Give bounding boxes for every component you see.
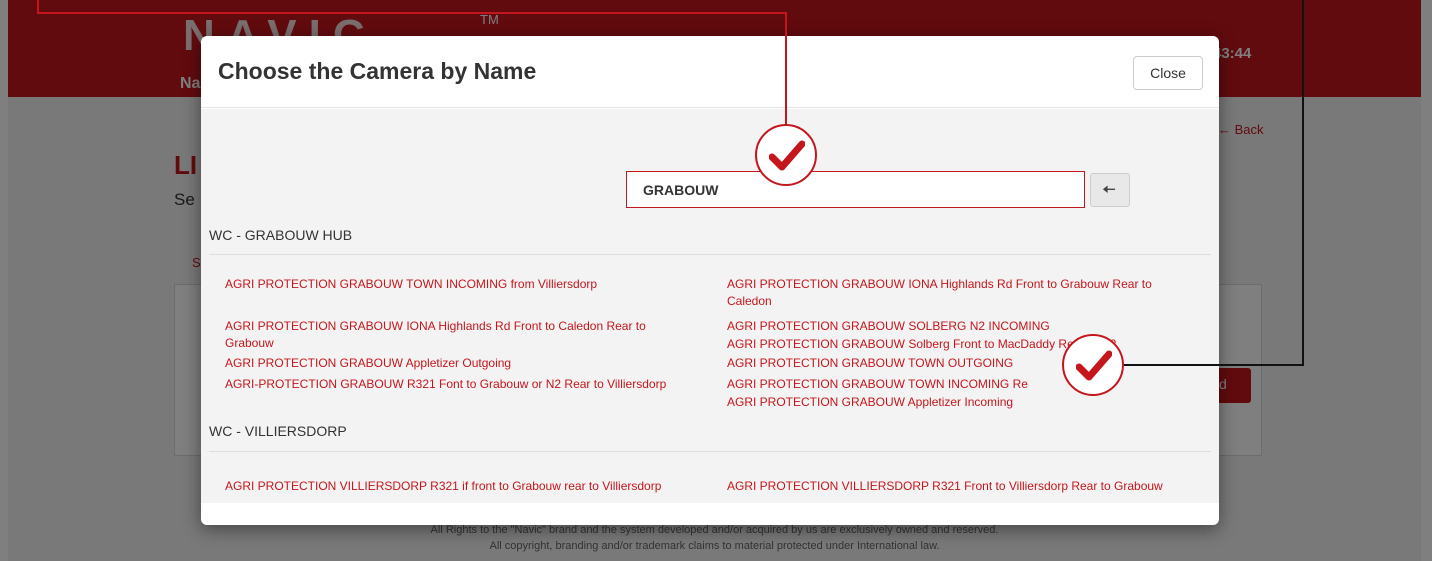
group-title-villiersdorp: WC - VILLIERSDORP <box>209 423 347 439</box>
camera-link[interactable]: AGRI PROTECTION GRABOUW IONA Highlands R… <box>225 318 691 352</box>
annotation-connector-red <box>785 12 787 126</box>
close-button[interactable]: Close <box>1133 56 1203 90</box>
camera-link[interactable]: AGRI PROTECTION GRABOUW Appletizer Incom… <box>727 394 1197 411</box>
camera-link[interactable]: AGRI PROTECTION VILLIERSDORP R321 Front … <box>727 478 1197 495</box>
checkmark-icon <box>755 124 817 186</box>
camera-link[interactable]: AGRI PROTECTION VILLIERSDORP R321 if fro… <box>225 478 691 495</box>
modal-body: 🠤 WC - GRABOUW HUB AGRI PROTECTION GRABO… <box>201 109 1219 503</box>
modal-header: Choose the Camera by Name Close <box>201 36 1219 108</box>
group-divider <box>209 451 1211 452</box>
annotation-connector-black <box>1124 364 1304 366</box>
camera-link[interactable]: AGRI-PROTECTION GRABOUW R321 Font to Gra… <box>225 376 691 393</box>
camera-link[interactable]: AGRI PROTECTION GRABOUW Solberg Front to… <box>727 336 1197 353</box>
camera-link[interactable]: AGRI PROTECTION GRABOUW IONA Highlands R… <box>727 276 1197 310</box>
checkmark-icon <box>1062 334 1124 396</box>
group-divider <box>209 254 1211 255</box>
annotation-connector-black <box>1302 0 1304 366</box>
camera-link[interactable]: AGRI PROTECTION GRABOUW TOWN INCOMING fr… <box>225 276 691 293</box>
camera-link[interactable]: AGRI PROTECTION GRABOUW SOLBERG N2 INCOM… <box>727 318 1197 335</box>
group-title-grabouw-hub: WC - GRABOUW HUB <box>209 227 353 243</box>
camera-search-input[interactable] <box>626 171 1085 208</box>
search-back-button[interactable]: 🠤 <box>1090 173 1130 207</box>
screen: NAVIC TM Na :43:44 ← Back LI Se S d All … <box>0 0 1432 561</box>
annotation-connector-red <box>37 12 787 14</box>
camera-chooser-modal: Choose the Camera by Name Close 🠤 WC - G… <box>201 36 1219 525</box>
camera-link[interactable]: AGRI PROTECTION GRABOUW TOWN INCOMING Re <box>727 376 1197 393</box>
camera-link[interactable]: AGRI PROTECTION GRABOUW Appletizer Outgo… <box>225 355 691 372</box>
arrow-left-icon: 🠤 <box>1102 180 1116 199</box>
modal-title: Choose the Camera by Name <box>218 58 537 84</box>
